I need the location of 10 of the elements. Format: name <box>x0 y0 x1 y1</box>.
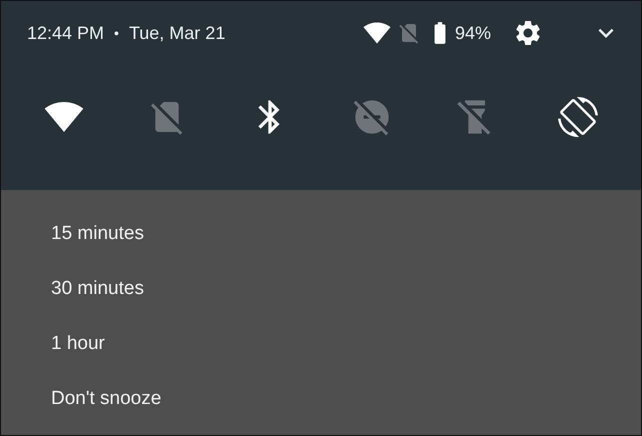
snooze-option[interactable]: 15 minutes <box>1 206 641 261</box>
date-text: Tue, Mar 21 <box>128 22 226 44</box>
snooze-option[interactable]: 1 hour <box>1 316 641 371</box>
clock-time: 12:44 PM <box>27 22 104 44</box>
battery-percent: 94% <box>454 22 491 44</box>
snooze-option[interactable]: 30 minutes <box>1 261 641 316</box>
separator-dot: • <box>114 25 119 41</box>
screen-rotation-icon[interactable] <box>558 97 598 137</box>
snooze-option[interactable]: Don't snooze <box>1 371 641 426</box>
no-sim-icon <box>396 21 421 45</box>
